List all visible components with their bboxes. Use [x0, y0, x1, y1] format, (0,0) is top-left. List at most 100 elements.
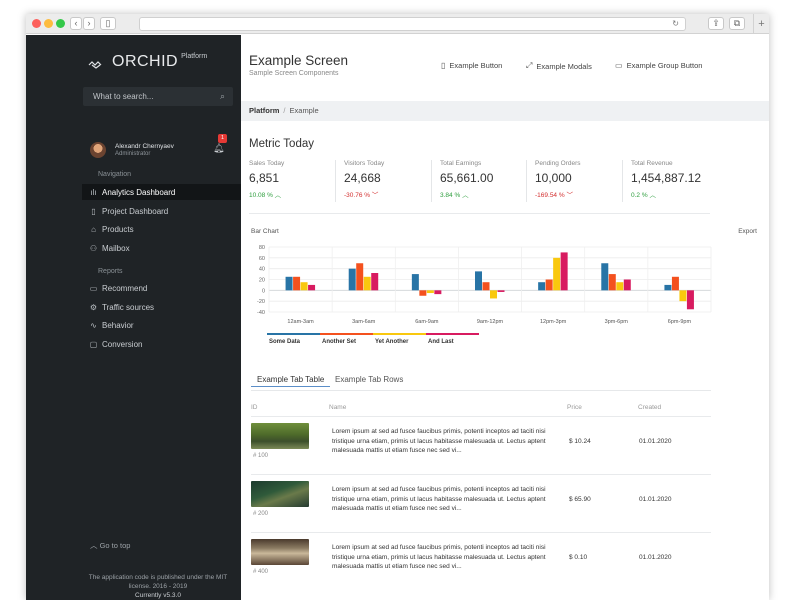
y-tick-label: 60: [259, 256, 265, 262]
column-header-price[interactable]: Price: [567, 404, 582, 411]
brand-sup: Platform: [181, 53, 208, 60]
sidebar-item-label: Recommend: [102, 283, 148, 293]
go-to-top-label: Go to top: [99, 541, 131, 550]
bar: [356, 263, 364, 291]
bar: [664, 284, 672, 291]
back-icon[interactable]: ‹: [70, 17, 82, 30]
browser-window: ‹ › ▯ ↻ ⇪ ⧉ + ORCHID Platform What to se…: [26, 14, 769, 600]
user-role: Administrator: [115, 151, 151, 157]
y-tick-label: 40: [259, 267, 265, 273]
search-input[interactable]: What to search... ⌕: [83, 87, 233, 106]
bar: [616, 282, 624, 291]
column-header-name[interactable]: Name: [329, 404, 346, 411]
bar: [434, 290, 442, 295]
table-row[interactable]: # 100 Lorem ipsum at sed ad fusce faucib…: [251, 417, 711, 474]
sidebar-item-traffic-sources[interactable]: ⚙ Traffic sources: [82, 299, 241, 315]
wave-icon: ∿: [90, 320, 97, 330]
sidebar-toggle-icon[interactable]: ▯: [100, 17, 116, 30]
user-profile[interactable]: Alexandr Chernyaev Administrator: [90, 142, 174, 158]
share-icon[interactable]: ⇪: [708, 17, 724, 30]
brand-name: ORCHID: [112, 53, 179, 70]
y-tick-label: -40: [257, 310, 265, 316]
legend-label: Some Data: [269, 339, 301, 345]
browser-toolbar: ‹ › ▯ ↻ ⇪ ⧉ +: [26, 14, 769, 34]
tabs-overview-icon[interactable]: ⧉: [729, 17, 745, 30]
sidebar-item-mailbox[interactable]: ⚇ Mailbox: [82, 240, 241, 256]
bar: [419, 290, 427, 296]
row-id: # 100: [253, 453, 269, 459]
close-dot-icon[interactable]: [32, 19, 41, 28]
row-created: 01.01.2020: [639, 496, 672, 503]
tab-bar: Example Tab Table Example Tab Rows: [251, 373, 711, 391]
license-text: The application code is published under …: [88, 574, 228, 590]
nav-heading: Navigation: [98, 171, 132, 178]
tab-divider: [251, 390, 711, 391]
legend-label: And Last: [428, 339, 454, 345]
address-bar[interactable]: ↻: [139, 17, 686, 31]
chat-icon: ▢: [89, 339, 98, 349]
bar: [475, 271, 482, 291]
tab-example-table[interactable]: Example Tab Table: [251, 373, 331, 387]
minimize-dot-icon[interactable]: [44, 19, 53, 28]
row-created: 01.01.2020: [639, 554, 672, 561]
orchid-logo-icon: [88, 56, 104, 72]
row-price: $ 0.10: [569, 554, 588, 561]
x-tick-label: 6am-9am: [415, 319, 439, 325]
forward-icon[interactable]: ›: [83, 17, 95, 30]
bar: [371, 273, 379, 291]
x-tick-label: 12pm-3pm: [540, 319, 567, 325]
bar-chart-icon: ılı: [90, 187, 97, 197]
x-tick-label: 12am-3am: [287, 319, 314, 325]
bar: [608, 274, 616, 291]
user-name: Alexandr Chernyaev: [115, 143, 174, 150]
sidebar-footer: The application code is published under …: [83, 573, 233, 600]
maximize-dot-icon[interactable]: [56, 19, 65, 28]
sidebar-item-project-dashboard[interactable]: ▯ Project Dashboard: [82, 203, 241, 219]
sidebar-item-products[interactable]: ⌂ Products: [82, 221, 241, 237]
bell-icon[interactable]: 🔔︎: [213, 143, 224, 154]
bar: [601, 263, 609, 291]
new-tab-icon[interactable]: +: [753, 14, 769, 34]
row-thumbnail: [251, 481, 309, 507]
bar: [285, 276, 293, 291]
column-header-id[interactable]: ID: [251, 404, 258, 411]
search-placeholder: What to search...: [93, 92, 154, 101]
sidebar-item-analytics-dashboard[interactable]: ılı Analytics Dashboard: [82, 184, 241, 200]
notification-badge: 1: [218, 134, 227, 143]
sidebar-item-behavior[interactable]: ∿ Behavior: [82, 317, 241, 333]
bar: [426, 290, 434, 294]
search-icon[interactable]: ⌕: [220, 87, 225, 106]
bar: [545, 279, 553, 291]
sidebar-item-label: Project Dashboard: [102, 206, 169, 216]
bar: [293, 276, 301, 291]
tab-example-rows[interactable]: Example Tab Rows: [329, 373, 409, 386]
column-header-created[interactable]: Created: [638, 404, 661, 411]
bar: [363, 276, 371, 291]
sidebar-item-label: Traffic sources: [102, 302, 155, 312]
legend-swatch: [426, 333, 479, 335]
bar: [308, 284, 316, 291]
row-price: $ 65.90: [569, 496, 591, 503]
go-to-top-link[interactable]: ︿ Go to top: [90, 540, 130, 551]
bar: [482, 282, 490, 291]
brand-logo[interactable]: ORCHID Platform: [88, 53, 207, 72]
legend-label: Yet Another: [375, 339, 409, 345]
legend-swatch: [320, 333, 373, 335]
row-thumbnail: [251, 539, 309, 565]
main-content: Example Screen Sample Screen Components …: [241, 35, 769, 600]
reload-icon[interactable]: ↻: [672, 18, 679, 30]
row-thumbnail: [251, 423, 309, 449]
avatar[interactable]: [90, 142, 106, 158]
sidebar-item-label: Conversion: [102, 339, 143, 349]
table-row[interactable]: # 400 Lorem ipsum at sed ad fusce faucib…: [251, 533, 711, 590]
bar: [686, 290, 694, 310]
y-tick-label: 80: [259, 245, 265, 251]
bar: [623, 279, 631, 291]
x-tick-label: 3pm-6pm: [605, 319, 629, 325]
sidebar-item-recommend[interactable]: ▭ Recommend: [82, 280, 241, 296]
bar: [538, 282, 546, 291]
table-row[interactable]: # 200 Lorem ipsum at sed ad fusce faucib…: [251, 475, 711, 532]
sidebar-item-conversion[interactable]: ▢ Conversion: [82, 336, 241, 352]
tag-icon: ⌂: [91, 224, 96, 234]
sidebar-item-label: Analytics Dashboard: [102, 187, 176, 197]
